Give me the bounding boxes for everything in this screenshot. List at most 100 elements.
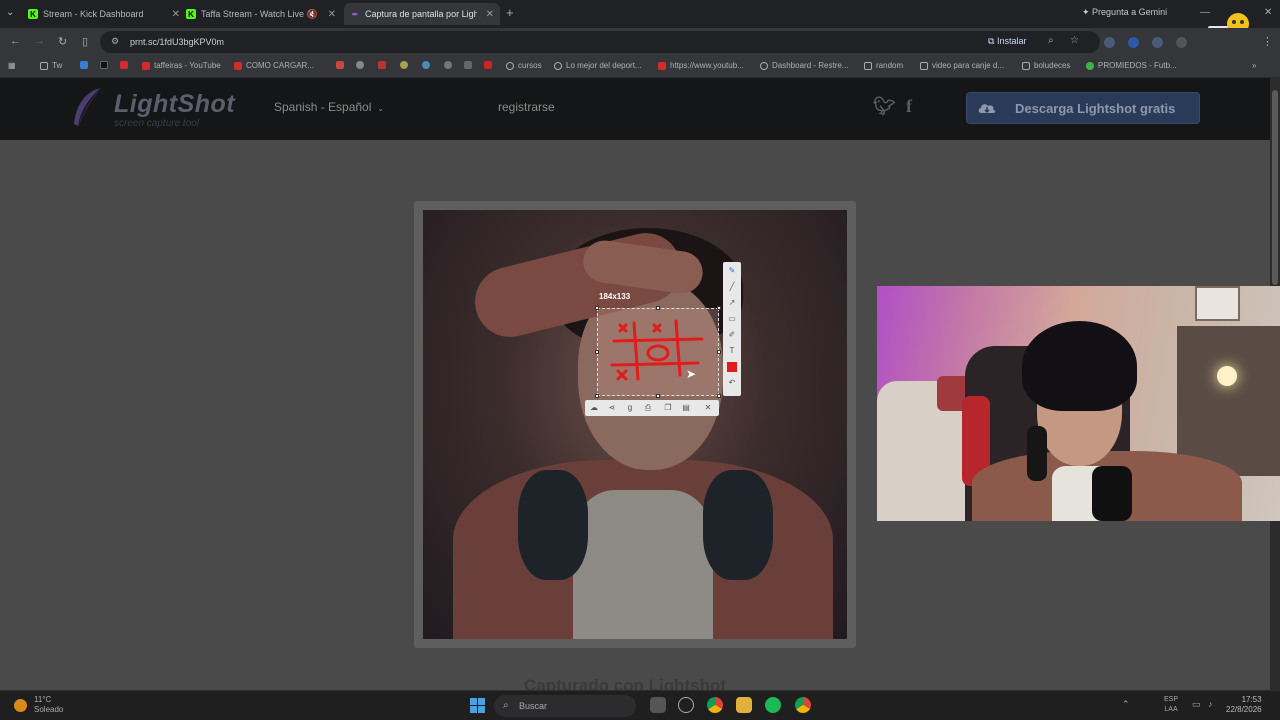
rectangle-icon[interactable]: ▭ [727, 314, 737, 324]
line-icon[interactable]: ╱ [727, 282, 737, 292]
sidepanel-icon[interactable]: ▯ [82, 35, 88, 48]
extension-icon[interactable] [1152, 37, 1163, 48]
scrollbar-thumb[interactable] [1272, 90, 1278, 285]
tab-taffa-stream[interactable]: K Taffa Stream - Watch Live o 🔇 ✕ [186, 3, 336, 25]
undo-icon[interactable]: ↶ [727, 378, 737, 388]
resize-handle[interactable] [717, 350, 721, 354]
bookmark-tw[interactable]: Tw [40, 61, 62, 70]
bookmark-icon-only[interactable] [80, 61, 92, 69]
extension-icon[interactable] [1128, 37, 1139, 48]
share-icon[interactable]: ⋖ [607, 403, 617, 413]
bookmark-misc[interactable] [400, 61, 412, 69]
file-explorer-icon[interactable] [736, 697, 752, 713]
bookmark-boludeces[interactable]: boludeces [1022, 61, 1070, 70]
save-icon[interactable]: ▤ [681, 403, 691, 413]
clock[interactable]: 17:53 22/8/2026 [1226, 695, 1262, 715]
sun-icon[interactable] [14, 699, 27, 712]
language-indicator[interactable]: ESP LAA [1164, 695, 1178, 715]
bookmark-misc[interactable] [356, 61, 368, 69]
close-icon[interactable]: ✕ [486, 9, 494, 20]
close-icon[interactable]: ✕ [172, 9, 180, 20]
bookmark-misc[interactable] [484, 61, 496, 69]
color-picker-icon[interactable] [727, 362, 737, 372]
close-window-icon[interactable]: ✕ [1264, 7, 1272, 18]
marker-icon[interactable]: ✐ [727, 330, 737, 340]
install-button[interactable]: ⧉ Instalar [988, 36, 1026, 47]
gemini-button[interactable]: ✦ Pregunta a Gemini [1082, 7, 1167, 18]
arrow-icon[interactable]: ↗ [727, 298, 737, 308]
bookmark-misc[interactable] [444, 61, 456, 69]
print-icon[interactable]: ⎙ [643, 403, 653, 413]
tab-lightshot[interactable]: ✒ Captura de pantalla por Lightsh ✕ [344, 3, 500, 25]
bookmark-tiktok[interactable] [100, 61, 112, 69]
forward-icon[interactable]: → [34, 35, 45, 47]
resize-handle[interactable] [717, 306, 721, 310]
bookmark-misc[interactable] [464, 61, 476, 69]
bookmark-promiedos[interactable]: PROMIEDOS - Futb... [1086, 61, 1177, 70]
resize-handle[interactable] [595, 350, 599, 354]
bookmark-video-canje[interactable]: video para canje d... [920, 61, 1004, 70]
selection-area[interactable]: ➤ [597, 308, 719, 396]
search-google-icon[interactable]: g [625, 403, 635, 413]
weather-widget[interactable]: 11°C Soleado [34, 695, 63, 715]
bookmark-icon [80, 61, 88, 69]
back-icon[interactable]: ← [10, 35, 21, 47]
resize-handle[interactable] [656, 306, 660, 310]
resize-handle[interactable] [656, 394, 660, 398]
bookmark-star-icon[interactable]: ☆ [1070, 35, 1079, 46]
bookmark-taffeiras[interactable]: taffeiras - YouTube [142, 61, 221, 70]
language-select[interactable]: Spanish - Español ⌄ [274, 100, 384, 114]
task-view-icon[interactable] [650, 697, 666, 713]
bookmark-youtube[interactable] [120, 61, 132, 69]
more-bookmarks-icon[interactable]: » [1252, 61, 1256, 70]
twitter-icon[interactable]: 🐦︎ [873, 96, 896, 117]
network-icon[interactable]: ▭ [1192, 699, 1201, 710]
register-link[interactable]: registrarse [498, 100, 555, 114]
spotify-icon[interactable] [765, 697, 781, 713]
volume-icon[interactable]: ♪ [1208, 699, 1213, 709]
url-text[interactable]: prnt.sc/1fdU3bgKPV0m [130, 37, 224, 47]
bookmark-cursos[interactable]: cursos [506, 61, 542, 70]
bookmark-restream[interactable]: Dashboard - Restre... [760, 61, 848, 70]
puzzle-icon[interactable] [1176, 37, 1187, 48]
extension-icon[interactable] [1104, 37, 1115, 48]
new-tab-icon[interactable]: + [506, 5, 514, 20]
resize-handle[interactable] [717, 394, 721, 398]
kick-icon: K [28, 9, 38, 19]
chevron-up-icon[interactable]: ⌃ [1122, 699, 1130, 710]
menu-icon[interactable]: ⋮ [1262, 35, 1273, 48]
chrome-icon[interactable] [795, 697, 811, 713]
apps-icon[interactable]: ▦ [8, 61, 16, 70]
screenshot-image[interactable]: ➤ 184x133 ✎ ╱ ↗ ▭ ✐ T ↶ ☁ ⋖ g ⎙ ❐ ▤ ✕ [423, 210, 847, 639]
close-icon[interactable]: ✕ [328, 9, 336, 20]
zoom-icon[interactable]: ⌕ [1048, 35, 1054, 46]
tab-kick-dashboard[interactable]: K Stream - Kick Dashboard ✕ [28, 3, 180, 25]
text-icon[interactable]: T [727, 346, 737, 356]
taskbar-search[interactable]: ⌕ Buscar [494, 695, 636, 717]
bookmark-random[interactable]: random [864, 61, 903, 70]
xbox-icon[interactable] [678, 697, 694, 713]
logo-text[interactable]: LightShot [114, 90, 235, 119]
mute-icon[interactable]: 🔇 [307, 9, 318, 20]
download-button[interactable]: Descarga Lightshot gratis [966, 92, 1200, 124]
bookmark-misc[interactable] [422, 61, 434, 69]
pen-icon[interactable]: ✎ [727, 266, 737, 276]
upload-icon[interactable]: ☁ [589, 403, 599, 413]
omnibox[interactable]: ⚙ prnt.sc/1fdU3bgKPV0m ⧉ Instalar ⌕ ☆ [100, 31, 1100, 53]
bookmark-youtube-link[interactable]: https://www.youtub... [658, 61, 744, 70]
chrome-icon[interactable] [707, 697, 723, 713]
bookmark-misc[interactable] [378, 61, 390, 69]
resize-handle[interactable] [595, 394, 599, 398]
windows-start-icon[interactable] [470, 698, 485, 713]
bookmark-gmail[interactable] [336, 61, 348, 69]
bookmark-como-cargar[interactable]: COMO CARGAR... [234, 61, 314, 70]
site-info-icon[interactable]: ⚙ [111, 36, 119, 47]
close-icon[interactable]: ✕ [703, 403, 713, 413]
bookmark-deporte[interactable]: Lo mejor del deport... [554, 61, 642, 70]
facebook-icon[interactable]: f [906, 96, 912, 117]
resize-handle[interactable] [595, 306, 599, 310]
keyboard-layout: LAA [1164, 706, 1178, 713]
tab-search-icon[interactable]: ⌄ [6, 7, 14, 18]
copy-icon[interactable]: ❐ [663, 403, 673, 413]
reload-icon[interactable]: ↻ [58, 35, 67, 48]
